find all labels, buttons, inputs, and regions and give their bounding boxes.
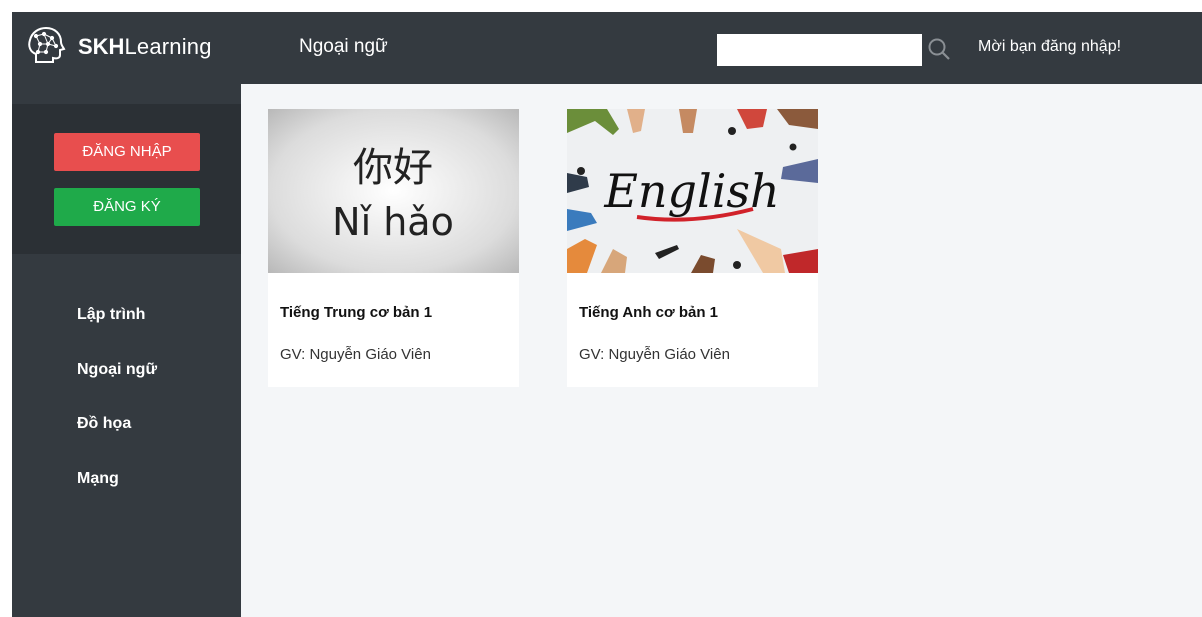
register-button[interactable]: ĐĂNG KÝ [54, 188, 200, 226]
course-teacher: GV: Nguyễn Giáo Viên [280, 346, 431, 363]
course-thumbnail-english[interactable]: English [567, 109, 818, 273]
login-prompt-link[interactable]: Mời bạn đăng nhập! [978, 38, 1121, 56]
window-edge [0, 0, 12, 617]
sidebar-item-programming[interactable]: Lập trình [77, 306, 145, 324]
top-navbar: SKHLearning Ngoại ngữ Mời bạn đăng nhập! [12, 12, 1202, 84]
course-teacher: GV: Nguyễn Giáo Viên [579, 346, 730, 363]
course-thumbnail-chinese[interactable]: 你好 Nǐ hǎo [268, 109, 519, 273]
brand-bold: SKH [78, 34, 125, 59]
auth-panel: ĐĂNG NHẬP ĐĂNG KÝ [12, 104, 241, 254]
brand-name[interactable]: SKHLearning [78, 34, 212, 60]
course-list: 你好 Nǐ hǎo Tiếng Trung cơ bản 1 GV: Nguyễ… [241, 84, 1202, 617]
search-input[interactable] [717, 34, 922, 66]
sidebar: ĐĂNG NHẬP ĐĂNG KÝ Lập trình Ngoại ngữ Đồ… [12, 84, 241, 617]
sidebar-item-network[interactable]: Mạng [77, 470, 119, 488]
brain-head-icon[interactable] [22, 22, 68, 68]
brand-rest: Learning [124, 34, 212, 59]
sidebar-item-graphics[interactable]: Đồ họa [77, 415, 131, 433]
course-title[interactable]: Tiếng Anh cơ bản 1 [579, 304, 718, 321]
login-button[interactable]: ĐĂNG NHẬP [54, 133, 200, 171]
course-card[interactable]: English Tiếng Anh cơ bản 1 GV: Nguyễn Gi… [567, 109, 818, 387]
search-icon[interactable] [926, 36, 954, 64]
course-card[interactable]: 你好 Nǐ hǎo Tiếng Trung cơ bản 1 GV: Nguyễ… [268, 109, 519, 387]
thumb-text-hanzi: 你好 [353, 145, 433, 191]
sidebar-item-languages[interactable]: Ngoại ngữ [77, 361, 157, 379]
thumb-text-pinyin: Nǐ hǎo [332, 200, 454, 244]
course-title[interactable]: Tiếng Trung cơ bản 1 [280, 304, 432, 321]
page-title: Ngoại ngữ [299, 36, 388, 57]
